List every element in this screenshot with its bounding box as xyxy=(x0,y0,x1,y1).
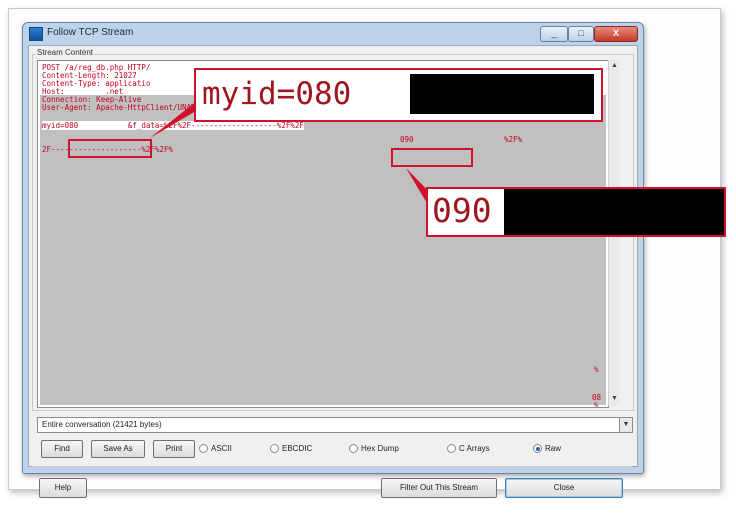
value-highlight-box xyxy=(391,148,473,167)
zoom-text-090: 090 xyxy=(432,191,492,230)
zoom-callout-myid: myid=080 xyxy=(194,68,603,122)
radio-raw[interactable]: Raw xyxy=(533,444,561,454)
scroll-up-arrow-icon[interactable]: ▲ xyxy=(610,61,619,70)
radio-ascii[interactable]: ASCII xyxy=(199,444,232,454)
conversation-select[interactable]: Entire conversation (21421 bytes) xyxy=(37,417,623,433)
print-button[interactable]: Print xyxy=(153,440,195,458)
redaction-block xyxy=(410,74,594,114)
stream-content-label: Stream Content xyxy=(35,48,96,57)
value-2f: %2F% xyxy=(504,135,523,144)
minimize-button[interactable]: _ xyxy=(540,26,568,42)
myid-highlight-box xyxy=(68,139,152,158)
radio-circle-icon xyxy=(349,444,358,454)
redaction-block xyxy=(504,189,724,235)
radio-selected-icon xyxy=(533,444,542,454)
myid-line: myid=080 &f_data=%2F%2F-----------------… xyxy=(42,121,304,130)
radio-hex-dump[interactable]: Hex Dump xyxy=(349,444,399,454)
zoom-callout-090: 090 xyxy=(426,187,726,237)
radio-circle-icon xyxy=(199,444,208,454)
window-title: Follow TCP Stream xyxy=(47,27,134,38)
dropdown-arrow-icon[interactable]: ▼ xyxy=(619,417,633,433)
help-button[interactable]: Help xyxy=(39,478,87,498)
radio-ebcdic[interactable]: EBCDIC xyxy=(270,444,312,454)
separator xyxy=(32,466,632,467)
close-window-button[interactable]: X xyxy=(594,26,638,42)
right-mark: % xyxy=(594,365,599,374)
filter-out-stream-button[interactable]: Filter Out This Stream xyxy=(381,478,497,498)
save-as-button[interactable]: Save As xyxy=(91,440,145,458)
maximize-button[interactable]: □ xyxy=(568,26,594,42)
find-button[interactable]: Find xyxy=(41,440,83,458)
radio-c-arrays[interactable]: C Arrays xyxy=(447,444,490,454)
right-mark: % xyxy=(594,401,599,408)
scroll-down-arrow-icon[interactable]: ▼ xyxy=(610,394,619,403)
close-button[interactable]: Close xyxy=(505,478,623,498)
radio-circle-icon xyxy=(447,444,456,454)
title-bar: Follow TCP Stream _ □ X xyxy=(23,23,643,45)
value-090: 090 xyxy=(400,135,414,144)
zoom-text-myid: myid=080 xyxy=(202,76,352,112)
radio-circle-icon xyxy=(270,444,279,454)
app-icon xyxy=(29,27,43,41)
